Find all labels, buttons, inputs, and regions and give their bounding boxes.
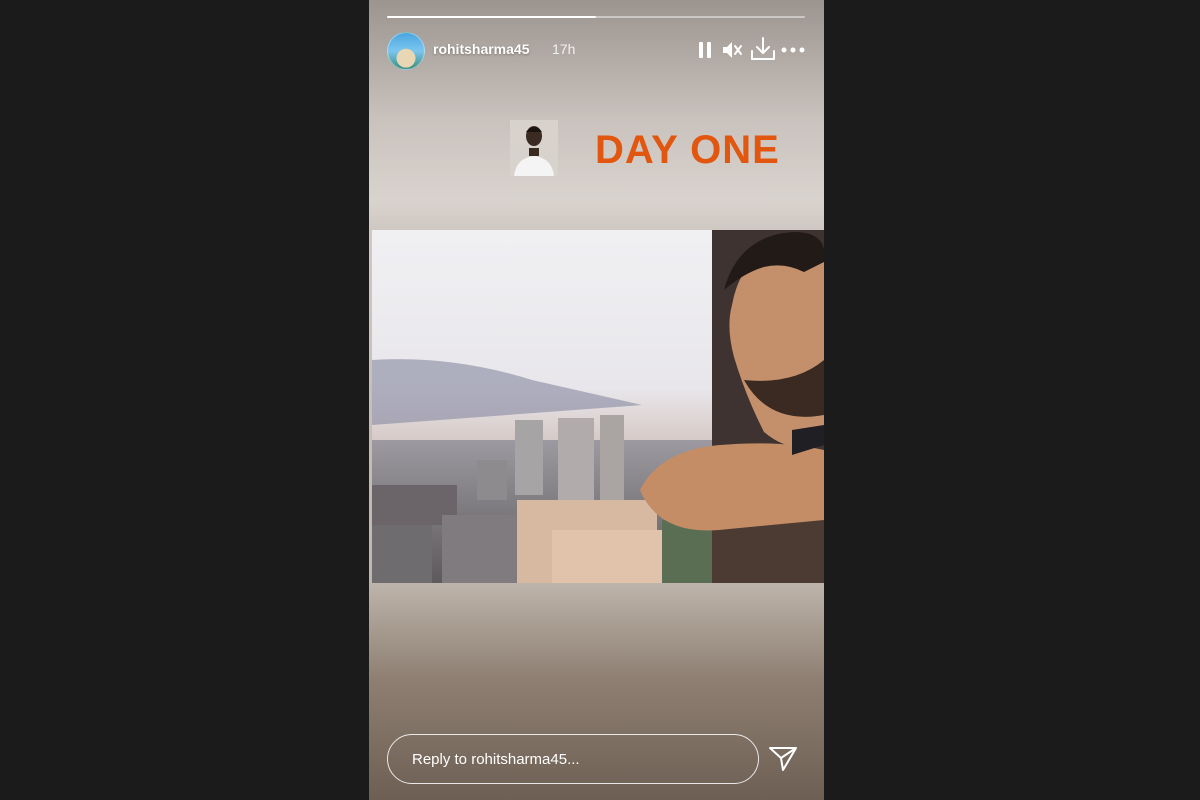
reply-input[interactable]: Reply to rohitsharma45... xyxy=(387,734,759,784)
time-ago: 17h xyxy=(552,41,576,57)
username[interactable]: rohitsharma45 xyxy=(433,41,529,57)
story-progress-fill xyxy=(387,16,596,18)
pause-button[interactable] xyxy=(693,38,717,62)
reply-placeholder: Reply to rohitsharma45... xyxy=(412,751,580,768)
more-options-button[interactable] xyxy=(780,38,806,62)
send-button[interactable] xyxy=(767,744,799,774)
download-icon xyxy=(751,37,775,60)
story-photo xyxy=(372,230,824,583)
person-sticker xyxy=(510,120,558,176)
mute-button[interactable] xyxy=(720,38,744,62)
story-header: rohitsharma45 17h xyxy=(387,32,806,70)
avatar[interactable] xyxy=(387,32,425,70)
story-viewer: rohitsharma45 17h DAY ONE Reply to rohit… xyxy=(369,0,824,800)
pause-icon xyxy=(699,42,711,58)
day-one-headline: DAY ONE xyxy=(595,128,780,172)
more-icon xyxy=(781,47,805,53)
story-progress-bar xyxy=(387,16,805,18)
mute-icon xyxy=(723,42,742,58)
download-button[interactable] xyxy=(748,34,778,64)
send-icon xyxy=(769,747,797,771)
